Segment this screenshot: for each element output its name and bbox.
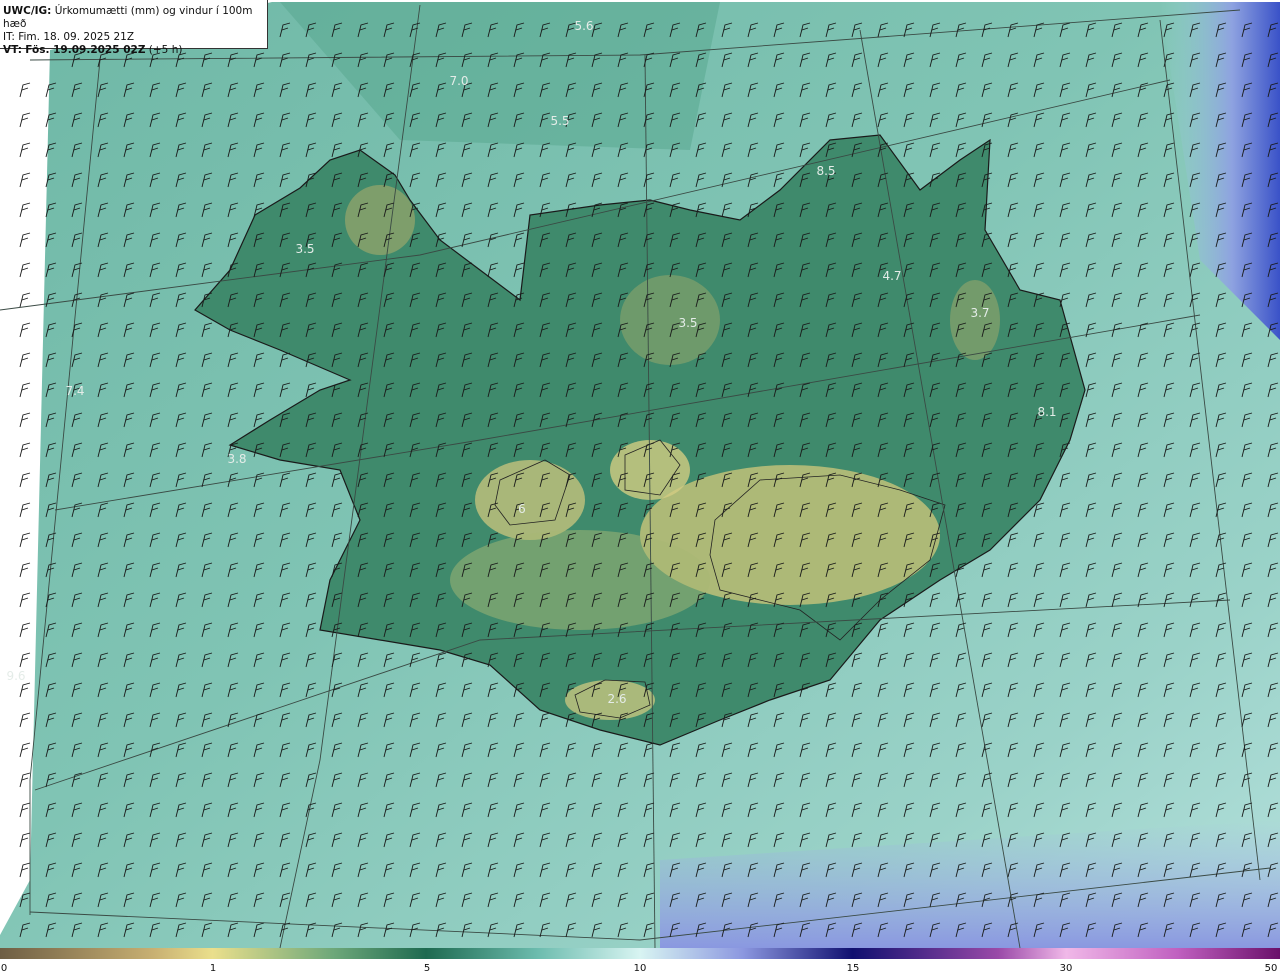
precip-value-label: 8.1 bbox=[1037, 405, 1056, 419]
precip-value-label: 3.8 bbox=[227, 452, 246, 466]
precip-value-label: 3.7 bbox=[970, 306, 989, 320]
langjokull-area bbox=[475, 460, 585, 540]
precip-value-label: 3.5 bbox=[678, 316, 697, 330]
lead-time: (+5 h) bbox=[148, 44, 183, 56]
info-box: UWC/IG: Úrkomumætti (mm) og vindur í 100… bbox=[0, 0, 268, 56]
colorbar: 0 1 5 10 15 30 50 bbox=[0, 948, 1280, 978]
precip-value-label: 2.6 bbox=[607, 692, 626, 706]
precip-value-label: 6 bbox=[518, 502, 526, 516]
valid-line: VT: Fös. 19.09.2025 02Z (+5 h) bbox=[3, 44, 267, 57]
colorbar-tick-15: 15 bbox=[846, 963, 860, 974]
eastfjords-highland bbox=[950, 280, 1000, 360]
colorbar-tick-5: 5 bbox=[423, 963, 431, 974]
product-line: UWC/IG: Úrkomumætti (mm) og vindur í 100… bbox=[3, 5, 267, 31]
colorbar-tick-50: 50 bbox=[1264, 963, 1278, 974]
valid-prefix: VT: bbox=[3, 44, 22, 56]
precip-value-label: 7.0 bbox=[449, 74, 468, 88]
weather-map: 5.6 7.0 5.5 3.5 4.7 3.7 3.5 7.4 3.8 9.6 6 8.5 8.1 2.6 bbox=[0, 0, 1280, 948]
precip-value-label: 9.6 bbox=[6, 669, 25, 683]
colorbar-strip bbox=[0, 948, 1280, 959]
issue-time: IT: Fim. 18. 09. 2025 21Z bbox=[3, 31, 135, 43]
southern-highlands bbox=[450, 530, 710, 630]
colorbar-tick-1: 1 bbox=[209, 963, 217, 974]
westfjords-highland bbox=[345, 185, 415, 255]
trollaskagi-highland bbox=[620, 275, 720, 365]
precip-value-label: 3.5 bbox=[295, 242, 314, 256]
valid-time: Fös. 19.09.2025 02Z bbox=[25, 44, 146, 56]
colorbar-tick-0: 0 bbox=[0, 963, 8, 974]
precip-value-label: 4.7 bbox=[882, 269, 901, 283]
precip-value-label: 5.6 bbox=[574, 19, 593, 33]
precip-value-label: 5.5 bbox=[550, 114, 569, 128]
precip-value-label: 8.5 bbox=[816, 164, 835, 178]
colorbar-tick-10: 10 bbox=[633, 963, 647, 974]
precip-value-label: 7.4 bbox=[65, 384, 84, 398]
colorbar-tick-30: 30 bbox=[1059, 963, 1073, 974]
product-code: UWC/IG: bbox=[3, 5, 52, 17]
